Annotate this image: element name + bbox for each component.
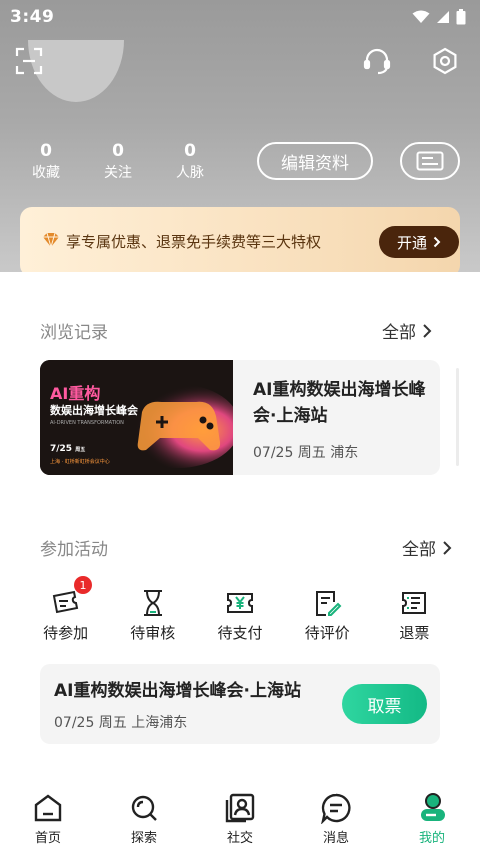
stat-count: 0 bbox=[112, 141, 124, 161]
stat-label: 收藏 bbox=[32, 165, 60, 181]
event-poster-image: AI重构 数娱出海增长峰会 AI-DRIVEN TRANSFORMATION 7… bbox=[40, 360, 233, 475]
stat-count: 0 bbox=[184, 141, 196, 161]
notification-badge: 1 bbox=[74, 576, 92, 594]
vip-activate-button[interactable]: 开通 bbox=[379, 226, 459, 258]
wifi-icon bbox=[412, 10, 430, 23]
signal-icon bbox=[437, 11, 449, 23]
review-icon bbox=[316, 591, 342, 616]
message-icon bbox=[321, 793, 351, 824]
settings-icon[interactable] bbox=[428, 44, 462, 78]
status-label: 待审核 bbox=[130, 624, 176, 642]
status-label: 待评价 bbox=[304, 624, 350, 642]
yen-ticket-icon bbox=[227, 593, 253, 613]
stat-label: 人脉 bbox=[176, 165, 204, 181]
status-bar: 3:49 bbox=[0, 0, 480, 34]
profile-icon bbox=[421, 793, 445, 821]
refund-ticket-icon bbox=[402, 592, 427, 614]
poster-headline-a: AI重构 bbox=[50, 384, 101, 403]
poster-headline-b: 数娱出海增长峰会 bbox=[50, 404, 138, 417]
status-icons bbox=[412, 9, 466, 25]
stat-favorites[interactable]: 0 收藏 bbox=[10, 140, 82, 184]
status-pending-review[interactable]: 待审核 bbox=[109, 588, 196, 643]
tab-label: 首页 bbox=[34, 831, 61, 846]
vip-banner[interactable]: 享专属优惠、退票免手续费等三大特权 开通 bbox=[20, 207, 460, 277]
chevron-right-icon bbox=[433, 236, 441, 248]
tab-explore[interactable]: 探索 bbox=[96, 790, 192, 853]
tab-home[interactable]: 首页 bbox=[0, 790, 96, 853]
stat-label: 关注 bbox=[104, 165, 132, 181]
bottom-tab-bar: 首页 探索 社交 消息 我的 bbox=[0, 790, 480, 853]
status-label: 退票 bbox=[399, 624, 430, 642]
tab-label: 探索 bbox=[130, 831, 157, 846]
history-all-label: 全部 bbox=[382, 323, 416, 343]
history-item-title: AI重构数娱出海增长峰会·上海站 bbox=[253, 380, 426, 426]
history-item-meta: 07/25 周五 浦东 bbox=[253, 445, 359, 461]
poster-date: 7/25 周五 bbox=[50, 444, 85, 454]
tab-messages[interactable]: 消息 bbox=[288, 790, 384, 853]
business-card-button[interactable] bbox=[400, 142, 460, 180]
home-icon bbox=[34, 794, 62, 822]
poster-place: 上海 · 虹桥新虹桥会议中心 bbox=[50, 459, 110, 465]
tab-label: 我的 bbox=[418, 831, 445, 846]
activities-all-label: 全部 bbox=[402, 540, 436, 560]
tab-label: 消息 bbox=[322, 831, 349, 846]
customer-service-icon[interactable] bbox=[360, 44, 394, 78]
tab-profile[interactable]: 我的 bbox=[384, 790, 480, 853]
poster-date-value: 7/25 bbox=[50, 444, 73, 454]
chevron-right-icon bbox=[423, 323, 432, 338]
search-icon bbox=[131, 795, 157, 821]
poster-subline: AI-DRIVEN TRANSFORMATION bbox=[50, 420, 124, 426]
status-label: 待支付 bbox=[217, 624, 263, 642]
history-all-link[interactable]: 全部 bbox=[382, 318, 432, 343]
poster-day: 周五 bbox=[75, 447, 86, 453]
status-label: 待参加 bbox=[43, 624, 89, 642]
profile-stats: 0 收藏 0 关注 0 人脉 bbox=[10, 140, 226, 184]
next-history-card-edge bbox=[456, 368, 459, 466]
status-pending-comment[interactable]: 待评价 bbox=[284, 588, 371, 643]
status-pending-attend[interactable]: 1 待参加 bbox=[22, 576, 109, 643]
history-section-title: 浏览记录 bbox=[40, 323, 108, 343]
status-time: 3:49 bbox=[10, 7, 55, 27]
ticket-pending-icon bbox=[52, 590, 78, 614]
tab-social[interactable]: 社交 bbox=[192, 790, 288, 853]
status-pending-payment[interactable]: 待支付 bbox=[196, 588, 283, 643]
vip-activate-label: 开通 bbox=[396, 233, 427, 252]
stat-count: 0 bbox=[40, 141, 52, 161]
activity-status-row: 1 待参加 待审核 待支付 待评价 退票 bbox=[22, 576, 458, 643]
stat-following[interactable]: 0 关注 bbox=[82, 140, 154, 184]
ticket-title: AI重构数娱出海增长峰会·上海站 bbox=[54, 681, 301, 701]
battery-icon bbox=[456, 9, 466, 25]
status-refund[interactable]: 退票 bbox=[371, 588, 458, 643]
upcoming-ticket-card[interactable]: AI重构数娱出海增长峰会·上海站 07/25 周五 上海浦东 取票 bbox=[40, 664, 440, 744]
social-icon bbox=[225, 793, 255, 823]
id-card-icon bbox=[416, 151, 444, 171]
history-item-card[interactable]: AI重构 数娱出海增长峰会 AI-DRIVEN TRANSFORMATION 7… bbox=[40, 360, 440, 475]
hourglass-icon bbox=[143, 590, 162, 616]
scan-icon[interactable] bbox=[12, 44, 46, 78]
tab-label: 社交 bbox=[226, 831, 253, 846]
edit-profile-button[interactable]: 编辑资料 bbox=[257, 142, 373, 180]
stat-connections[interactable]: 0 人脉 bbox=[154, 140, 226, 184]
activities-all-link[interactable]: 全部 bbox=[402, 535, 452, 560]
activities-section-title: 参加活动 bbox=[40, 540, 108, 560]
vip-promo-text: 享专属优惠、退票免手续费等三大特权 bbox=[66, 233, 322, 251]
diamond-icon bbox=[43, 232, 59, 248]
ticket-meta: 07/25 周五 上海浦东 bbox=[54, 715, 188, 731]
take-ticket-button[interactable]: 取票 bbox=[342, 684, 427, 724]
chevron-right-icon bbox=[443, 540, 452, 555]
